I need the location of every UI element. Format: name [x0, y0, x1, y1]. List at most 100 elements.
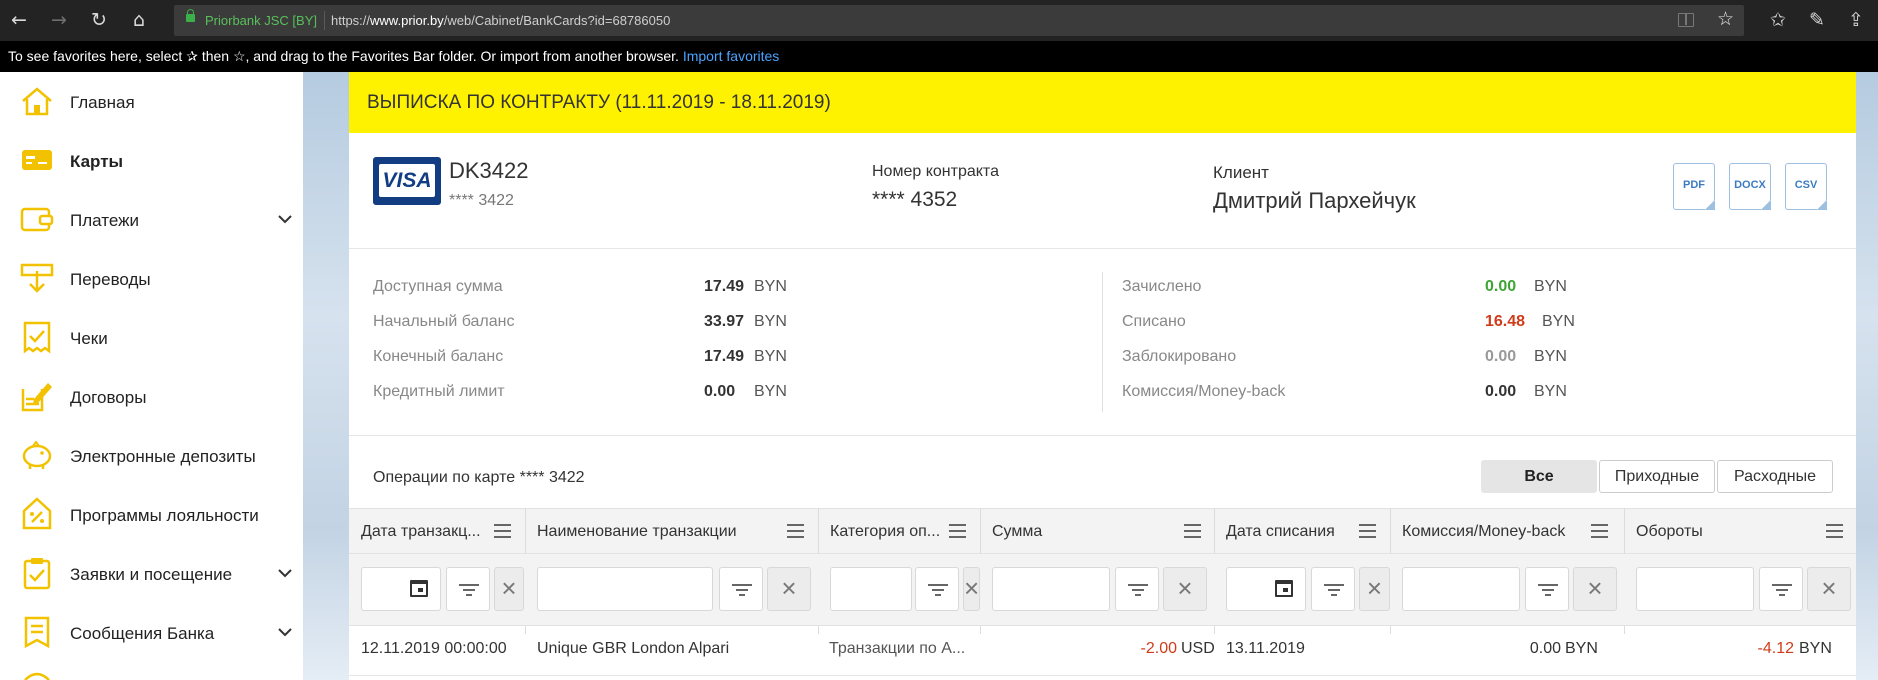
filter-icon: [1128, 584, 1148, 596]
sidebar-item-cards[interactable]: Карты: [0, 141, 303, 181]
amount-filter-input[interactable]: [992, 567, 1110, 611]
browser-toolbar: ← → ↻ ⌂ Priorbank JSC [BY] https://www.p…: [0, 0, 1878, 41]
sidebar-item-label: Договоры: [70, 388, 147, 407]
filter-options-button[interactable]: [446, 567, 490, 611]
summary-row: Доступная сумма 17.49 BYN: [373, 278, 873, 298]
clear-filter-button[interactable]: ×: [1163, 567, 1207, 611]
check-icon: [23, 321, 51, 354]
sidebar-item-payments[interactable]: Платежи: [0, 200, 303, 240]
site-identity[interactable]: Priorbank JSC [BY]: [205, 13, 317, 28]
sidebar: Главная Карты Платежи Переводы Чеки Дого…: [0, 72, 303, 680]
chevron-down-icon[interactable]: [276, 564, 294, 582]
divider: [349, 248, 1856, 249]
category-filter-input[interactable]: [830, 567, 912, 611]
filter-options-button[interactable]: [1759, 567, 1803, 611]
name-filter-input[interactable]: [537, 567, 713, 611]
forward-icon[interactable]: →: [45, 6, 73, 34]
sidebar-item-label: Электронные депозиты: [70, 447, 256, 466]
address-bar[interactable]: Priorbank JSC [BY] https://www.prior.by/…: [174, 5, 1744, 36]
calendar-icon[interactable]: [410, 580, 428, 597]
sidebar-item-requests[interactable]: Заявки и посещение: [0, 554, 303, 594]
filter-options-button[interactable]: [1525, 567, 1569, 611]
sidebar-item-messages[interactable]: Сообщения Банка: [0, 613, 303, 653]
summary-value: 17.49: [704, 348, 745, 365]
column-header[interactable]: Обороты: [1636, 523, 1816, 541]
column-header[interactable]: Дата транзакц...: [361, 523, 489, 541]
export-docx-button[interactable]: DOCX: [1729, 163, 1771, 210]
clear-filter-button[interactable]: ×: [1807, 567, 1851, 611]
summary-value: 33.97: [704, 313, 745, 330]
commission-amount: 0.00: [1529, 640, 1561, 657]
card-brand: VISA: [379, 164, 435, 197]
filter-icon: [1772, 584, 1792, 596]
favorite-star-icon[interactable]: ☆: [1717, 8, 1734, 30]
column-header[interactable]: Дата списания: [1226, 523, 1354, 541]
export-csv-button[interactable]: CSV: [1785, 163, 1827, 210]
sidebar-item-transfers[interactable]: Переводы: [0, 259, 303, 299]
transaction-name: Unique GBR London Alpari: [537, 640, 730, 657]
clear-filter-button[interactable]: ×: [963, 567, 980, 611]
commission-filter-input[interactable]: [1402, 567, 1520, 611]
calendar-icon[interactable]: [1275, 580, 1293, 597]
pen-icon[interactable]: ✎: [1803, 6, 1831, 34]
date-filter-input[interactable]: [361, 567, 441, 611]
filter-options-button[interactable]: [915, 567, 959, 611]
card-number-mask: **** 3422: [449, 192, 514, 209]
summary-value: 0.00: [704, 383, 736, 400]
sidebar-item-label: Заявки и посещение: [70, 565, 233, 584]
sidebar-item-deposits[interactable]: Электронные депозиты: [0, 436, 303, 476]
clear-filter-button[interactable]: ×: [1573, 567, 1617, 611]
column-header[interactable]: Категория оп...: [830, 523, 942, 541]
client-name: Дмитрий Пархейчук: [1213, 188, 1416, 213]
column-header[interactable]: Комиссия/Money-back: [1402, 523, 1582, 541]
url-text[interactable]: https://www.prior.by/web/Cabinet/BankCar…: [331, 13, 670, 28]
column-header[interactable]: Наименование транзакции: [537, 523, 777, 541]
clear-filter-button[interactable]: ×: [1359, 567, 1390, 611]
column-menu-icon[interactable]: [949, 524, 966, 538]
clear-filter-button[interactable]: ×: [767, 567, 811, 611]
import-favorites-link[interactable]: Import favorites: [683, 48, 779, 64]
sidebar-item-label: Платежи: [70, 211, 139, 230]
debit-date-filter-input[interactable]: [1226, 567, 1306, 611]
column-menu-icon[interactable]: [1359, 524, 1376, 538]
turnover-filter-input[interactable]: [1636, 567, 1754, 611]
back-icon[interactable]: ←: [5, 6, 33, 34]
filter-options-button[interactable]: [719, 567, 763, 611]
sidebar-item-checks[interactable]: Чеки: [0, 318, 303, 358]
sidebar-item-label: Сообщения Банка: [70, 624, 215, 643]
column-menu-icon[interactable]: [1826, 524, 1843, 538]
column-menu-icon[interactable]: [494, 524, 511, 538]
chevron-down-icon[interactable]: [276, 623, 294, 641]
sidebar-item-loyalty[interactable]: Программы лояльности: [0, 495, 303, 535]
reading-view-icon[interactable]: [1678, 13, 1694, 27]
column-menu-icon[interactable]: [1591, 524, 1608, 538]
filter-all-button[interactable]: Все: [1481, 460, 1597, 493]
filter-expense-button[interactable]: Расходные: [1717, 460, 1833, 493]
filter-income-button[interactable]: Приходные: [1599, 460, 1715, 493]
summary-value: 17.49: [704, 278, 745, 295]
column-menu-icon[interactable]: [787, 524, 804, 538]
filter-options-button[interactable]: [1115, 567, 1159, 611]
blocked-value: 0.00: [1485, 348, 1517, 365]
commission-value: 0.00: [1485, 383, 1517, 400]
operations-title: Операции по карте **** 3422: [373, 469, 585, 486]
share-icon[interactable]: ⇪: [1842, 6, 1870, 34]
column-menu-icon[interactable]: [1184, 524, 1201, 538]
chevron-down-icon[interactable]: [276, 210, 294, 228]
url-divider: [324, 11, 325, 30]
sidebar-item-contracts[interactable]: Договоры: [0, 377, 303, 417]
export-pdf-button[interactable]: PDF: [1673, 163, 1715, 210]
sidebar-item-home[interactable]: Главная: [0, 82, 303, 122]
transaction-amount: -2.00: [1140, 640, 1177, 657]
column-header[interactable]: Сумма: [992, 523, 1172, 541]
clear-filter-button[interactable]: ×: [494, 567, 524, 611]
summary-currency: BYN: [754, 278, 787, 295]
partial-menu-icon: [24, 672, 50, 680]
filter-options-button[interactable]: [1311, 567, 1355, 611]
commission-currency: BYN: [1565, 640, 1598, 657]
refresh-icon[interactable]: ↻: [85, 6, 113, 34]
home-icon[interactable]: ⌂: [125, 6, 153, 34]
contract-icon: [21, 383, 52, 412]
favorites-hub-icon[interactable]: ✩: [1764, 6, 1792, 34]
wallet-icon: [20, 207, 54, 232]
